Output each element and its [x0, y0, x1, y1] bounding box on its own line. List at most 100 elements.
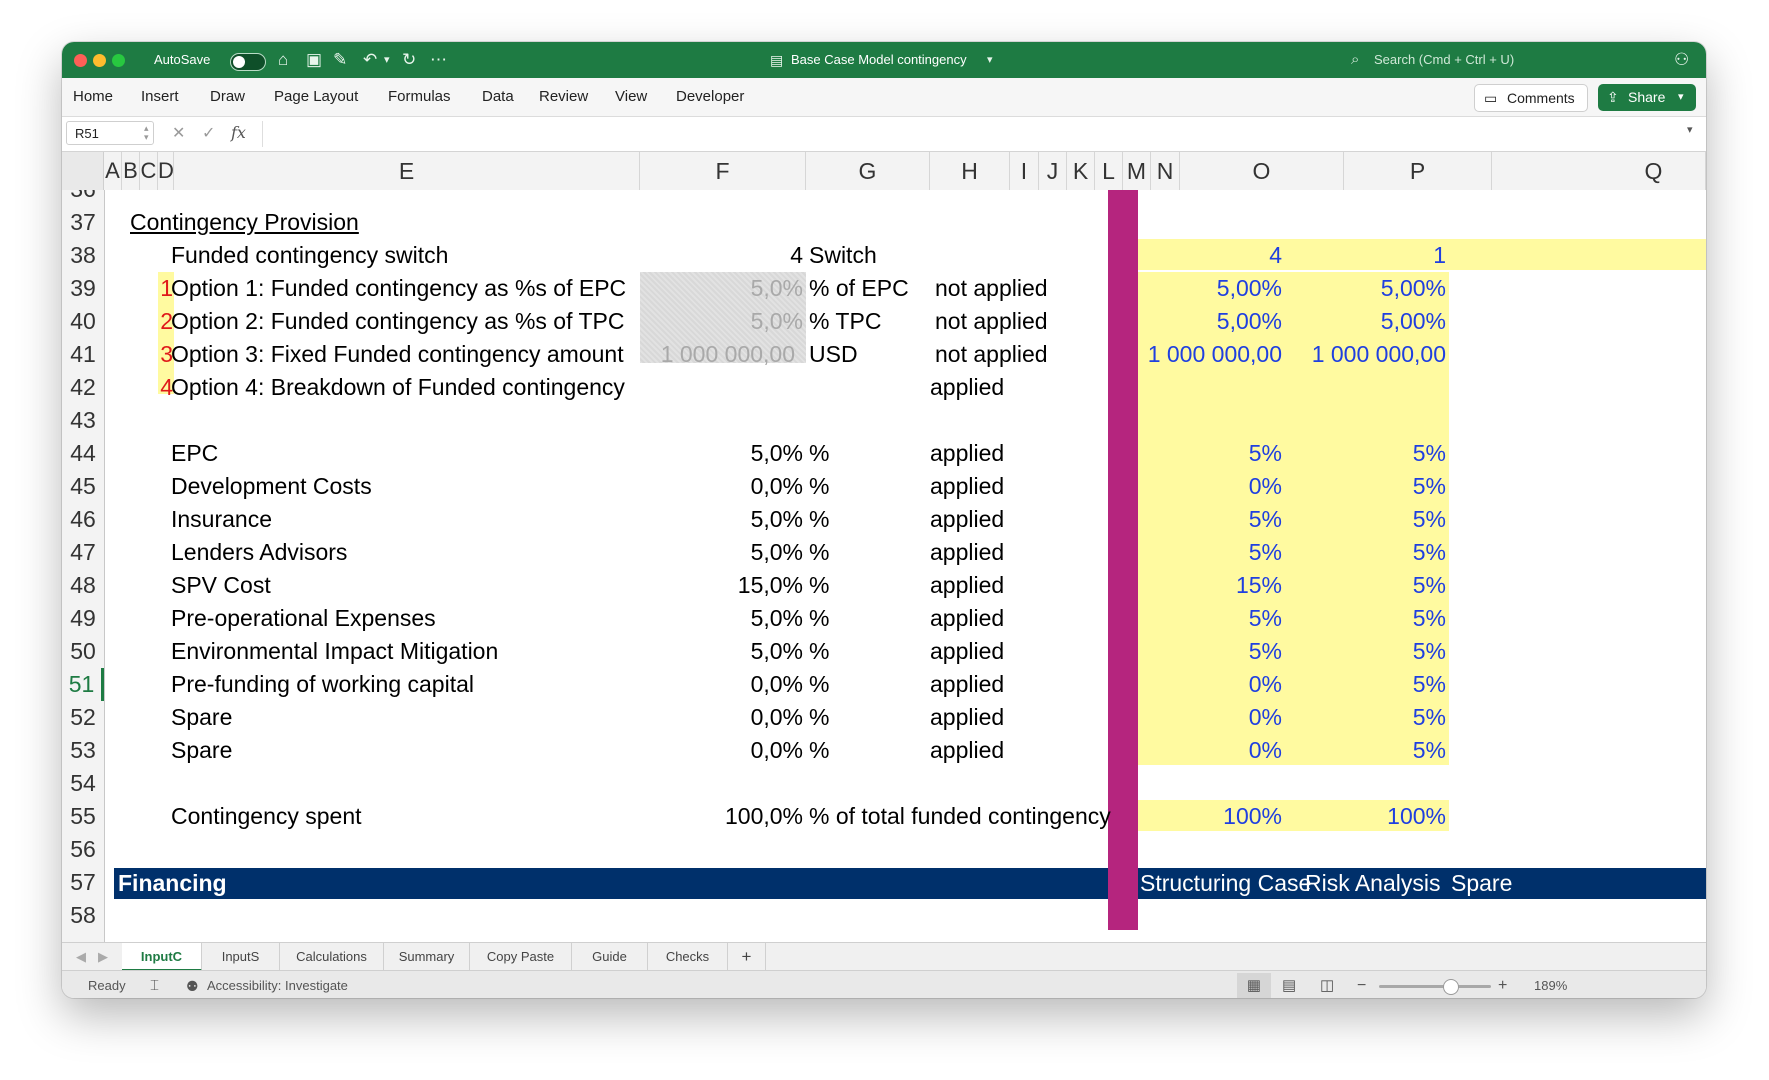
option-unit[interactable]: USD [809, 338, 858, 371]
breakdown-label[interactable]: SPV Cost [171, 569, 271, 602]
breakdown-status[interactable]: applied [930, 701, 1004, 734]
breakdown-status[interactable]: applied [930, 503, 1004, 536]
column-header-q[interactable]: Q [1492, 152, 1706, 190]
option-label[interactable]: Option 4: Breakdown of Funded contingenc… [171, 371, 625, 404]
breakdown-value[interactable]: 5,0% [640, 503, 803, 536]
zoom-out-icon[interactable]: − [1357, 971, 1366, 998]
column-header-d[interactable]: D [158, 152, 174, 190]
row-header-37[interactable]: 37 [62, 206, 104, 239]
spent-o[interactable]: 100% [1137, 800, 1282, 833]
breakdown-value[interactable]: 0,0% [640, 734, 803, 767]
search-input[interactable]: Search (Cmd + Ctrl + U) [1374, 42, 1514, 78]
breakdown-unit[interactable]: % [809, 437, 829, 470]
tab-guide[interactable]: Guide [572, 943, 648, 971]
row-header-44[interactable]: 44 [62, 437, 104, 470]
column-header-p[interactable]: P [1344, 152, 1492, 190]
switch-value[interactable]: 4 [640, 239, 803, 272]
page-break-view-icon[interactable]: ◫ [1320, 971, 1334, 998]
title-chevron-down-icon[interactable]: ▾ [987, 42, 993, 78]
name-box-stepper-icon[interactable]: ▴ ▾ [144, 124, 149, 142]
column-header-i[interactable]: I [1010, 152, 1039, 190]
breakdown-o[interactable]: 0% [1137, 668, 1282, 701]
row-header-40[interactable]: 40 [62, 305, 104, 338]
breakdown-status[interactable]: applied [930, 635, 1004, 668]
breakdown-label[interactable]: Environmental Impact Mitigation [171, 635, 498, 668]
breakdown-p[interactable]: 5% [1285, 734, 1446, 767]
add-sheet-button[interactable]: + [728, 943, 766, 971]
option-unit[interactable]: % TPC [809, 305, 881, 338]
row-header-45[interactable]: 45 [62, 470, 104, 503]
save-as-icon[interactable]: ✎ [333, 42, 347, 78]
section-title[interactable]: Contingency Provision [130, 206, 359, 239]
function-icon[interactable]: fx [231, 123, 246, 142]
page-layout-view-icon[interactable]: ▤ [1282, 971, 1296, 998]
enter-icon[interactable]: ✓ [202, 123, 215, 143]
tab-copy-paste[interactable]: Copy Paste [470, 943, 572, 971]
row-header-46[interactable]: 46 [62, 503, 104, 536]
option-o[interactable]: 5,00% [1137, 305, 1282, 338]
share-button[interactable]: ⇪ Share ▾ [1598, 84, 1696, 111]
breakdown-label[interactable]: Spare [171, 701, 232, 734]
row-header-47[interactable]: 47 [62, 536, 104, 569]
more-icon[interactable]: ⋯ [430, 42, 447, 78]
spent-p[interactable]: 100% [1285, 800, 1446, 833]
column-header-h[interactable]: H [930, 152, 1010, 190]
zoom-level[interactable]: 189% [1534, 971, 1567, 998]
column-header-o[interactable]: O [1180, 152, 1344, 190]
option-unit[interactable]: % of EPC [809, 272, 909, 305]
menu-developer[interactable]: Developer [676, 78, 744, 116]
breakdown-p[interactable]: 5% [1285, 602, 1446, 635]
option-status[interactable]: applied [930, 371, 1004, 404]
breakdown-label[interactable]: Pre-operational Expenses [171, 602, 436, 635]
switch-label[interactable]: Funded contingency switch [171, 239, 448, 272]
normal-view-icon[interactable]: ▦ [1237, 973, 1271, 998]
status-accessibility[interactable]: Accessibility: Investigate [207, 971, 348, 998]
breakdown-unit[interactable]: % [809, 734, 829, 767]
spent-label[interactable]: Contingency spent [171, 800, 362, 833]
tab-calculations[interactable]: Calculations [280, 943, 384, 971]
document-title[interactable]: Base Case Model contingency [791, 42, 967, 78]
column-header-c[interactable]: C [140, 152, 158, 190]
breakdown-o[interactable]: 0% [1137, 734, 1282, 767]
formula-input[interactable] [262, 121, 1683, 147]
column-header-k[interactable]: K [1067, 152, 1095, 190]
breakdown-p[interactable]: 5% [1285, 437, 1446, 470]
breakdown-p[interactable]: 5% [1285, 668, 1446, 701]
option-p[interactable]: 5,00% [1285, 305, 1446, 338]
row-header-52[interactable]: 52 [62, 701, 104, 734]
breakdown-p[interactable]: 5% [1285, 701, 1446, 734]
spent-value[interactable]: 100,0% [640, 800, 803, 833]
breakdown-label[interactable]: Insurance [171, 503, 272, 536]
comments-button[interactable]: ▭ Comments [1474, 84, 1588, 112]
switch-p[interactable]: 1 [1285, 239, 1446, 272]
menu-draw[interactable]: Draw [210, 78, 245, 116]
breakdown-value[interactable]: 5,0% [640, 437, 803, 470]
breakdown-p[interactable]: 5% [1285, 536, 1446, 569]
breakdown-o[interactable]: 5% [1137, 503, 1282, 536]
home-icon[interactable]: ⌂ [278, 42, 288, 78]
breakdown-label[interactable]: Pre-funding of working capital [171, 668, 474, 701]
row-header-48[interactable]: 48 [62, 569, 104, 602]
breakdown-label[interactable]: EPC [171, 437, 218, 470]
menu-page-layout[interactable]: Page Layout [274, 78, 358, 116]
column-header-n[interactable]: N [1151, 152, 1180, 190]
undo-icon[interactable]: ↶ [363, 42, 377, 78]
breakdown-unit[interactable]: % [809, 602, 829, 635]
column-header-m[interactable]: M [1123, 152, 1151, 190]
menu-home[interactable]: Home [73, 78, 113, 116]
column-header-l[interactable]: L [1095, 152, 1123, 190]
breakdown-p[interactable]: 5% [1285, 470, 1446, 503]
breakdown-label[interactable]: Development Costs [171, 470, 372, 503]
breakdown-value[interactable]: 5,0% [640, 602, 803, 635]
option-value[interactable]: 5,0% [640, 272, 803, 305]
breakdown-status[interactable]: applied [930, 569, 1004, 602]
financing-p[interactable]: Risk Analysis [1305, 867, 1440, 900]
macro-record-icon[interactable]: ⌶ [150, 971, 159, 998]
row-header-50[interactable]: 50 [62, 635, 104, 668]
row-header-53[interactable]: 53 [62, 734, 104, 767]
breakdown-p[interactable]: 5% [1285, 635, 1446, 668]
breakdown-unit[interactable]: % [809, 701, 829, 734]
row-header-41[interactable]: 41 [62, 338, 104, 371]
row-header-38[interactable]: 38 [62, 239, 104, 272]
breakdown-status[interactable]: applied [930, 734, 1004, 767]
